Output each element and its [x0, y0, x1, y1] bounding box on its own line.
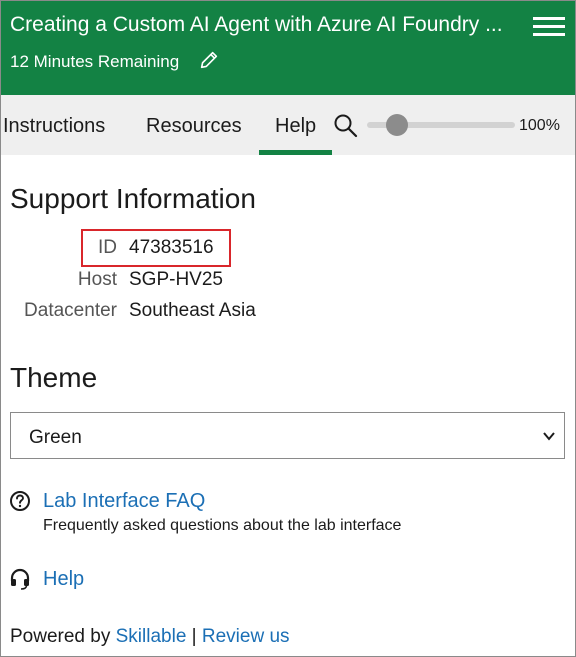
host-value: SGP-HV25: [129, 269, 223, 290]
chevron-down-icon: [543, 432, 555, 441]
host-label: Host: [77, 269, 117, 290]
pencil-icon[interactable]: [198, 49, 220, 71]
footer: Powered by Skillable | Review us: [10, 626, 290, 648]
tab-help[interactable]: Help: [275, 115, 316, 138]
time-remaining: 12 Minutes Remaining: [10, 52, 180, 71]
datacenter-label: Datacenter: [24, 300, 117, 321]
theme-select-value: Green: [29, 427, 82, 448]
tab-resources[interactable]: Resources: [146, 115, 242, 138]
faq-description: Frequently asked questions about the lab…: [43, 517, 402, 534]
selected-tab-indicator: [259, 150, 332, 155]
tab-instructions[interactable]: Instructions: [3, 115, 105, 138]
zoom-value: 100%: [519, 117, 560, 134]
lab-interface-faq-link[interactable]: Lab Interface FAQ: [43, 490, 205, 513]
footer-separator: |: [186, 626, 202, 647]
zoom-slider-thumb[interactable]: [385, 114, 408, 136]
review-us-link[interactable]: Review us: [202, 626, 290, 647]
question-circle-icon: [10, 491, 30, 511]
magnifier-icon: [334, 114, 358, 138]
lab-header: Creating a Custom AI Agent with Azure AI…: [1, 1, 575, 95]
support-information-heading: Support Information: [10, 183, 256, 214]
datacenter-value: Southeast Asia: [129, 300, 256, 321]
lab-panel: Creating a Custom AI Agent with Azure AI…: [0, 0, 576, 657]
footer-prefix: Powered by: [10, 626, 116, 647]
help-link[interactable]: Help: [43, 568, 84, 591]
skillable-link[interactable]: Skillable: [116, 626, 187, 647]
lab-title: Creating a Custom AI Agent with Azure AI…: [10, 13, 503, 36]
headset-icon: [10, 568, 30, 590]
id-highlight-box: [81, 229, 231, 267]
hamburger-menu-icon[interactable]: [533, 15, 565, 39]
tab-bar: Instructions Resources Help 100%: [1, 95, 575, 155]
theme-select[interactable]: Green: [10, 412, 565, 459]
theme-heading: Theme: [10, 362, 98, 393]
